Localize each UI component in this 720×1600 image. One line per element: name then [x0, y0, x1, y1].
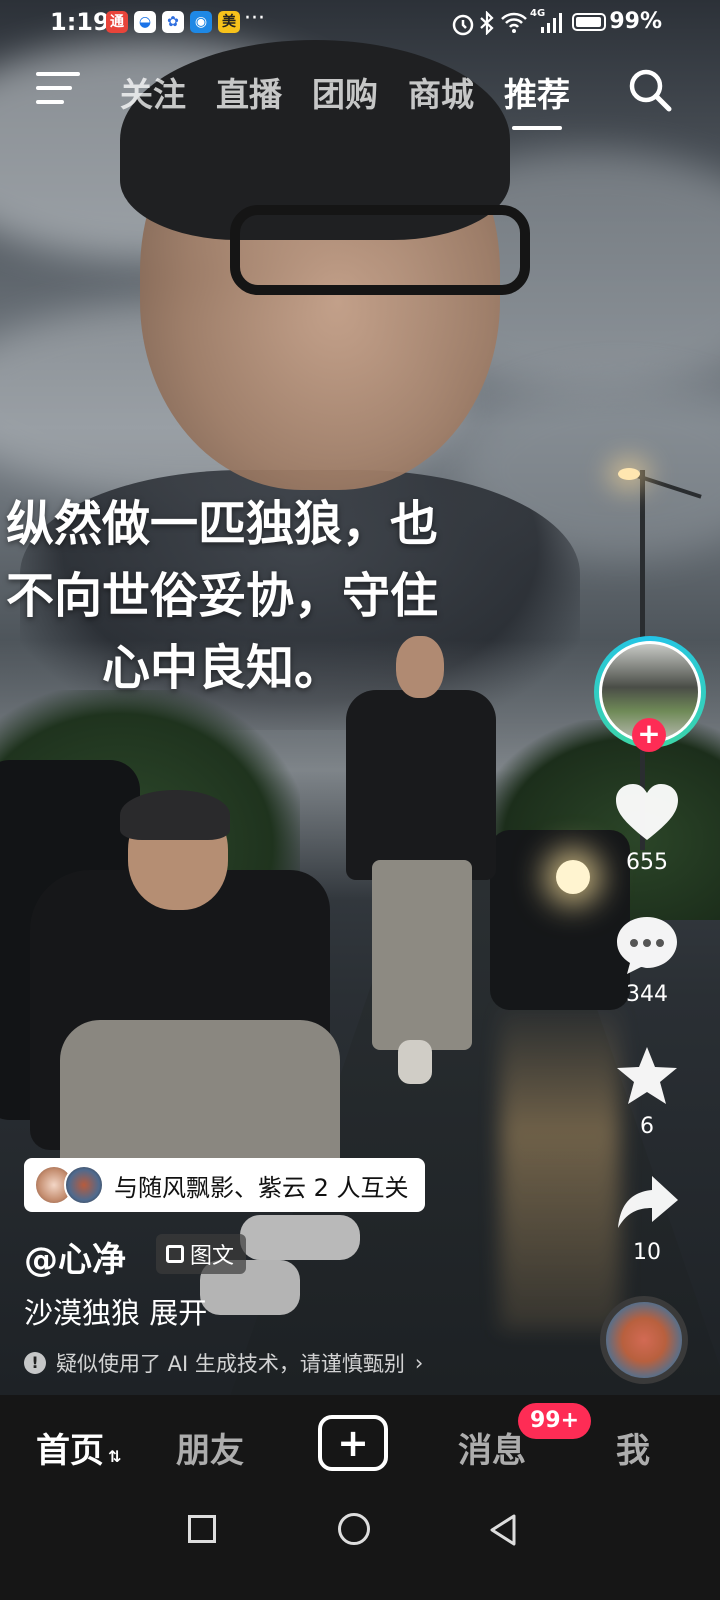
share-icon — [618, 1176, 678, 1228]
image-post-icon — [166, 1245, 184, 1263]
like-count: 655 — [626, 850, 668, 875]
portrait-glasses — [230, 205, 530, 295]
notification-app-icon-1: 通 — [106, 11, 128, 33]
comment-count: 344 — [626, 982, 668, 1007]
tab-home[interactable]: 首页 ⇅ — [36, 1423, 121, 1472]
notification-app-icon-5: 美 — [218, 11, 240, 33]
sitting-man-hair — [120, 790, 230, 840]
system-navigation-bar — [0, 1495, 720, 1600]
chevron-right-icon: › — [414, 1351, 424, 1375]
walking-man-pants — [372, 860, 472, 1050]
notification-app-icon-2: ◒ — [134, 11, 156, 33]
home-button[interactable] — [338, 1513, 370, 1545]
mutual-follow-banner[interactable]: 与随风飘影、紫云 2 人互关 — [24, 1158, 425, 1212]
back-button[interactable] — [488, 1513, 518, 1547]
status-bar: 1:19 通 ◒ ✿ ◉ 美 ··· 4G 99% — [0, 0, 720, 48]
music-disc[interactable] — [600, 1296, 688, 1384]
star-icon — [617, 1047, 677, 1104]
create-post-button[interactable]: + — [318, 1415, 388, 1471]
motorcycle-headlight — [556, 860, 590, 894]
mutual-avatars — [34, 1165, 104, 1205]
post-type-tag: 图文 — [156, 1234, 247, 1274]
follow-button[interactable]: + — [632, 718, 666, 752]
comment-icon — [617, 917, 677, 974]
mutual-follow-text: 与随风飘影、紫云 2 人互关 — [114, 1173, 409, 1202]
search-icon[interactable] — [626, 66, 674, 114]
walking-man-body — [346, 690, 496, 880]
mutual-avatar-2 — [64, 1165, 104, 1205]
notification-icons: 通 ◒ ✿ ◉ 美 — [106, 11, 240, 33]
more-notifications-icon: ··· — [244, 6, 265, 31]
tab-messages[interactable]: 消息 — [458, 1423, 526, 1472]
ai-notice-text: 疑似使用了 AI 生成技术，请谨慎甄别 — [56, 1352, 405, 1376]
tab-home-label: 首页 — [36, 1431, 104, 1471]
bottom-tab-bar: 首页 ⇅ 朋友 + 消息 99+ 我 — [0, 1395, 720, 1495]
messages-badge: 99+ — [518, 1403, 592, 1439]
app-screen: 1:19 通 ◒ ✿ ◉ 美 ··· 4G 99% 关注 直播 团购 商城 推荐… — [0, 0, 720, 1600]
tab-recommend[interactable]: 推荐 — [504, 68, 570, 130]
switch-icon: ⇅ — [108, 1447, 122, 1466]
like-button[interactable]: 655 — [594, 782, 700, 875]
sitting-man-shoe-1 — [240, 1215, 360, 1260]
tab-group-buy[interactable]: 团购 — [312, 68, 378, 116]
tab-me[interactable]: 我 — [616, 1423, 650, 1472]
cellular-signal-icon — [541, 13, 562, 33]
post-type-label: 图文 — [190, 1244, 235, 1269]
tab-live[interactable]: 直播 — [216, 68, 282, 116]
comment-button[interactable]: 344 — [594, 914, 700, 1007]
recents-button[interactable] — [188, 1515, 216, 1543]
wifi-icon — [501, 12, 527, 33]
alarm-icon — [452, 14, 474, 36]
street-lamp-light — [618, 468, 640, 480]
favorite-button[interactable]: 6 — [594, 1044, 700, 1139]
post-description[interactable]: 沙漠独狼 展开 — [24, 1290, 207, 1332]
share-count: 10 — [633, 1240, 661, 1265]
warning-icon: ! — [24, 1352, 46, 1374]
author-name[interactable]: @心净 — [24, 1232, 126, 1281]
status-time: 1:19 — [50, 8, 110, 36]
bluetooth-icon — [480, 11, 494, 35]
heart-icon — [616, 784, 678, 840]
battery-icon — [572, 13, 606, 31]
walking-man-shoe — [398, 1040, 432, 1084]
video-overlay-caption: 纵然做一匹独狼，也 不向世俗妥协，守住 心中良知。 — [5, 496, 438, 696]
share-button[interactable]: 10 — [594, 1172, 700, 1265]
menu-icon[interactable] — [36, 70, 82, 108]
notification-app-icon-3: ✿ — [162, 11, 184, 33]
notification-app-icon-4: ◉ — [190, 11, 212, 33]
favorite-count: 6 — [640, 1114, 654, 1139]
tab-following[interactable]: 关注 — [120, 68, 186, 116]
tab-mall[interactable]: 商城 — [408, 68, 474, 116]
battery-percent: 99% — [609, 9, 662, 34]
top-tabs: 关注 直播 团购 商城 推荐 — [120, 68, 570, 130]
ai-generated-notice[interactable]: ! 疑似使用了 AI 生成技术，请谨慎甄别 › — [24, 1348, 423, 1378]
tab-friends[interactable]: 朋友 — [176, 1423, 244, 1472]
